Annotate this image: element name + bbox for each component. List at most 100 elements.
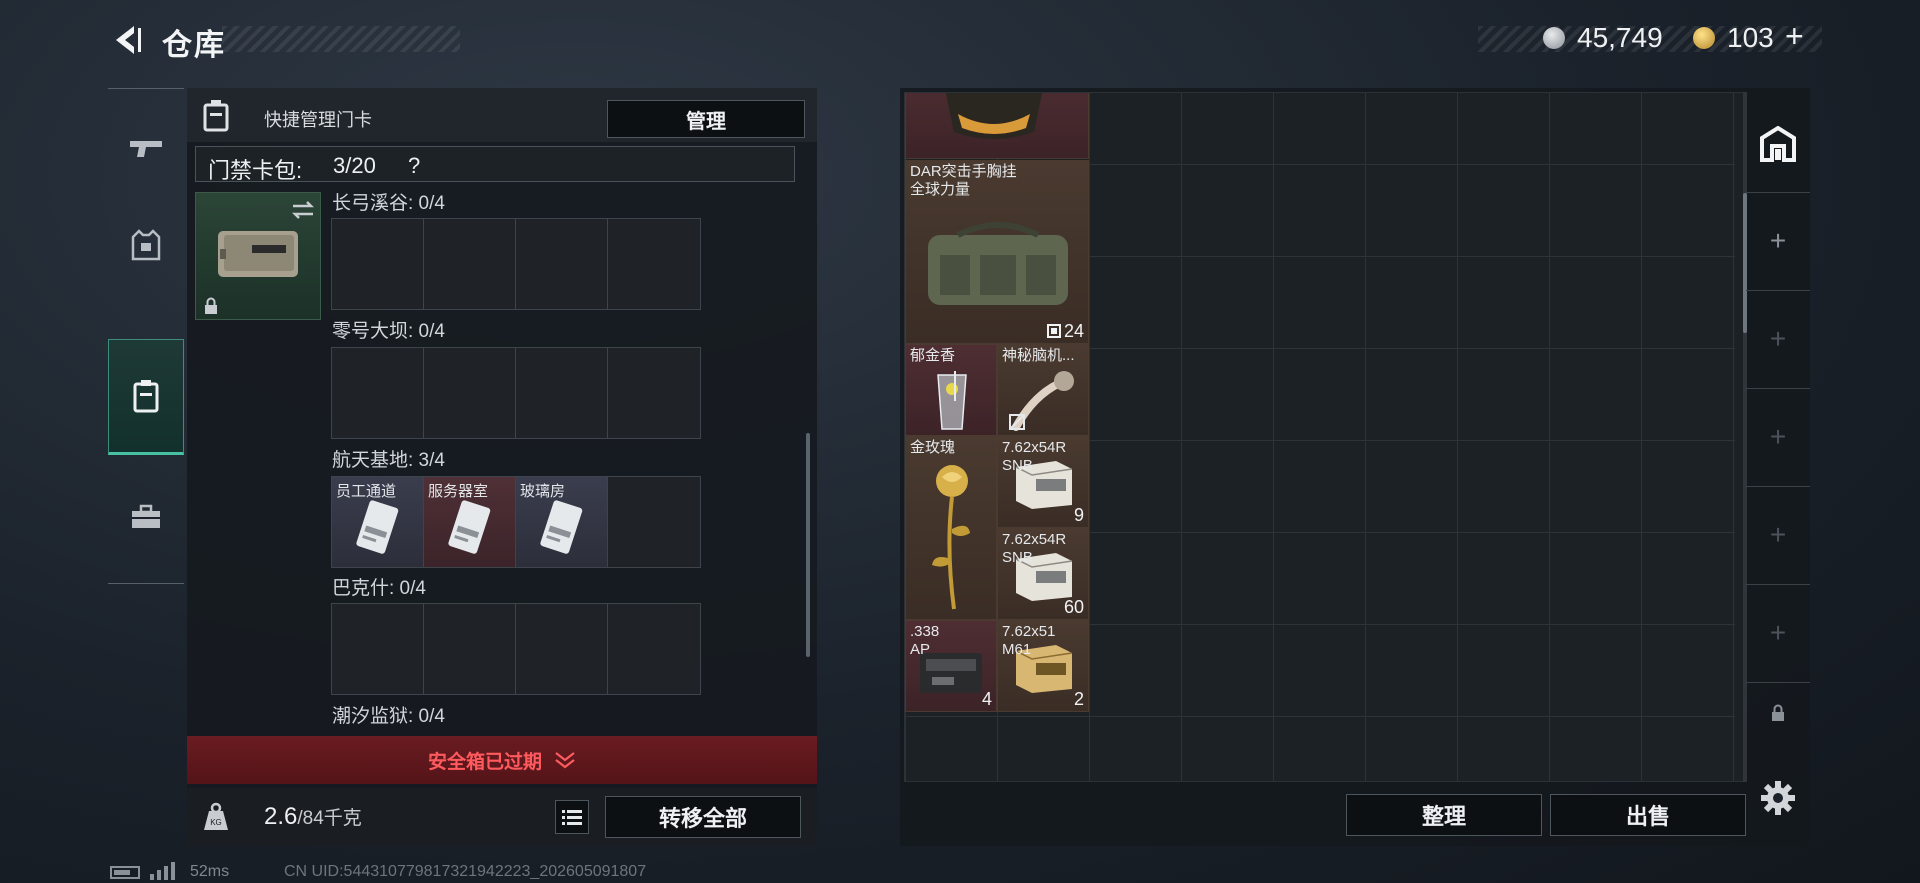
stash-item[interactable]: 7.62x54R SNB 60 xyxy=(997,528,1089,620)
stash-panel: DAR突击手胸挂 全球力量 24 郁金香 神秘脑机... 金玫瑰 7.62x54… xyxy=(900,88,1810,846)
stash-grid[interactable]: DAR突击手胸挂 全球力量 24 郁金香 神秘脑机... 金玫瑰 7.62x54… xyxy=(904,92,1744,782)
stash-item[interactable]: 郁金香 xyxy=(905,344,997,436)
manage-button[interactable]: 管理 xyxy=(607,100,805,138)
add-stash-page-button[interactable]: + xyxy=(1746,584,1810,681)
warehouse-icon xyxy=(1760,126,1796,162)
back-arrow-icon[interactable] xyxy=(108,22,144,58)
scrollbar[interactable] xyxy=(806,433,810,657)
bag-icon xyxy=(945,93,1043,139)
keycard-slot-row xyxy=(331,603,701,695)
gear-icon[interactable] xyxy=(1760,780,1796,816)
help-icon[interactable]: ? xyxy=(408,153,420,179)
gold-coin-icon xyxy=(1693,27,1715,49)
map-section-label: 长弓溪谷: 0/4 xyxy=(332,193,445,214)
sell-button[interactable]: 出售 xyxy=(1550,794,1746,836)
keycard-slot[interactable] xyxy=(424,348,516,438)
item-name: 金玫瑰 xyxy=(910,439,956,456)
silver-coin-icon xyxy=(1543,27,1565,49)
item-quantity: 60 xyxy=(1063,597,1084,617)
sort-button[interactable]: 整理 xyxy=(1346,794,1542,836)
weight-value: 2.6 xyxy=(264,803,298,830)
add-stash-page-button[interactable]: + xyxy=(1746,192,1810,289)
plus-icon: + xyxy=(1769,519,1787,550)
list-view-button[interactable] xyxy=(555,800,589,834)
pistol-icon xyxy=(130,141,162,157)
item-name: DAR突击手胸挂 全球力量 xyxy=(910,163,1017,198)
battery-icon xyxy=(110,866,140,879)
map-section-label: 零号大坝: 0/4 xyxy=(332,321,445,342)
keycard-slot[interactable] xyxy=(424,604,516,694)
transfer-all-button[interactable]: 转移全部 xyxy=(605,796,801,838)
keycard-slot[interactable] xyxy=(424,219,516,309)
weight-capacity: /84千克 xyxy=(297,808,362,829)
quick-manage-header: 快捷管理门卡 管理 xyxy=(187,88,817,142)
keycard-slot[interactable] xyxy=(516,604,608,694)
keycard-slot-row xyxy=(331,218,701,310)
gold-coin-balance: 103 xyxy=(1727,22,1774,53)
quick-manage-label: 快捷管理门卡 xyxy=(264,110,372,130)
stash-item[interactable]: 7.62x51 M61 2 xyxy=(997,620,1089,712)
weight-readout: 2.6/84千克 xyxy=(264,803,362,831)
golden-rose-icon xyxy=(932,465,970,610)
lock-icon xyxy=(205,297,217,314)
chest-rig-icon xyxy=(928,222,1068,305)
keycard-slot[interactable]: 玻璃房 xyxy=(516,477,608,567)
nav-equipment[interactable] xyxy=(108,197,184,293)
item-quantity: 2 xyxy=(1073,689,1084,709)
item-name: 7.62x54R SNB xyxy=(1002,439,1067,474)
keycard-slot[interactable] xyxy=(516,348,608,438)
stash-item[interactable]: 神秘脑机... xyxy=(997,344,1089,436)
toolbox-icon xyxy=(132,504,160,528)
item-name: 神秘脑机... xyxy=(1002,347,1075,364)
signal-icon xyxy=(150,862,176,880)
keycard-slot[interactable] xyxy=(332,219,424,309)
nav-keycards[interactable] xyxy=(108,339,184,455)
keycard-slot[interactable] xyxy=(608,477,700,567)
keycard-case-icon xyxy=(133,380,159,413)
stash-item[interactable]: .338 AP 4 xyxy=(905,620,997,712)
page-title: 仓库 xyxy=(162,29,226,62)
add-stash-page-button[interactable]: + xyxy=(1746,486,1810,583)
card-pack-count: 3/20 xyxy=(333,153,376,178)
keycard-slot-row xyxy=(331,347,701,439)
keycard-name: 员工通道 xyxy=(336,483,397,500)
keycard-slot[interactable] xyxy=(608,348,700,438)
keycard-slot[interactable] xyxy=(332,348,424,438)
keycard-slot[interactable] xyxy=(608,219,700,309)
stash-item[interactable]: DAR突击手胸挂 全球力量 24 xyxy=(905,160,1089,344)
keycard-slot[interactable]: 员工通道 xyxy=(332,477,424,567)
keycard-slot[interactable]: 服务器室 xyxy=(424,477,516,567)
keycard-slot[interactable] xyxy=(608,604,700,694)
card-pack-capacity: 门禁卡包: 3/20 ? xyxy=(195,146,795,183)
stash-page-main[interactable] xyxy=(1746,96,1810,192)
lock-icon xyxy=(1772,704,1784,721)
keycard-panel: 快捷管理门卡 管理 门禁卡包: 3/20 ? 长弓溪谷: 0/4 零号大坝: 0… xyxy=(187,88,817,846)
keycard-icon xyxy=(356,500,399,554)
keycard-slot[interactable] xyxy=(332,604,424,694)
stash-item[interactable]: 7.62x54R SNB 9 xyxy=(997,436,1089,528)
keycard-name: 服务器室 xyxy=(428,483,489,500)
add-stash-page-button[interactable]: + xyxy=(1746,290,1810,387)
keycard-slot-row: 员工通道 服务器室 玻璃房 xyxy=(331,476,701,568)
stash-page-strip: + + + + + xyxy=(1746,96,1810,756)
stash-item[interactable] xyxy=(905,93,1089,159)
nav-supplies[interactable] xyxy=(108,469,184,565)
add-currency-button[interactable]: + xyxy=(1785,18,1804,55)
silver-coin-balance: 45,749 xyxy=(1577,22,1663,53)
keycard-case-slot[interactable] xyxy=(195,192,321,320)
weight-icon: KG xyxy=(201,802,231,832)
item-quantity: 9 xyxy=(1073,505,1084,525)
list-icon xyxy=(562,810,582,825)
safebox-expired-banner[interactable]: 安全箱已过期 xyxy=(187,736,817,784)
plus-icon: + xyxy=(1769,225,1787,256)
keycard-name: 玻璃房 xyxy=(520,483,566,500)
nav-weapons[interactable] xyxy=(108,101,184,197)
keycard-case-icon xyxy=(199,98,233,132)
map-section-label: 潮汐监狱: 0/4 xyxy=(332,706,445,727)
keycard-slot[interactable] xyxy=(516,219,608,309)
item-quantity: 4 xyxy=(981,689,992,709)
item-name: 郁金香 xyxy=(910,347,956,364)
add-stash-page-button[interactable]: + xyxy=(1746,388,1810,485)
locked-stash-page[interactable] xyxy=(1746,682,1810,743)
stash-item[interactable]: 金玫瑰 xyxy=(905,436,997,620)
